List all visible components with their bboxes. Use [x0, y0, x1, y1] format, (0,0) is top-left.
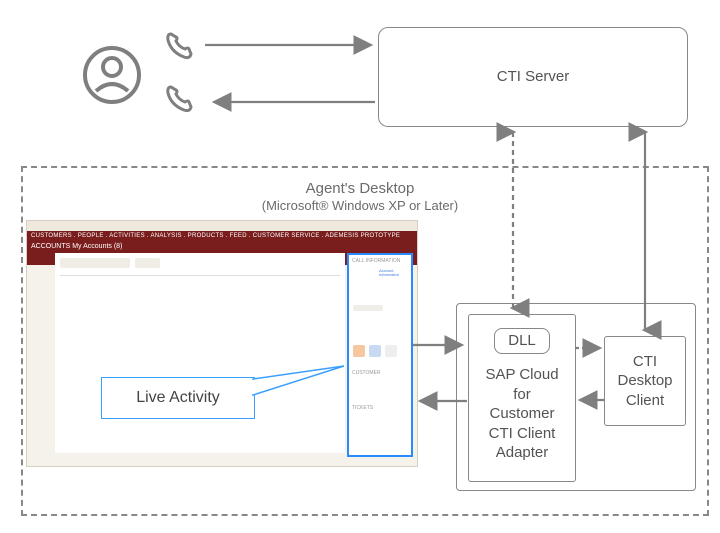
screenshot-account-title: ACCOUNTS My Accounts (8) [31, 243, 122, 250]
screenshot-titlebar [27, 221, 417, 231]
cti-desktop-client-box: CTI Desktop Client [604, 336, 686, 426]
dll-box: DLL [494, 328, 550, 354]
panel-field [353, 305, 383, 311]
callout-tail [252, 362, 352, 402]
arrow-client-cti-server-solid [635, 126, 655, 336]
panel-title: CALL INFORMATION [352, 258, 400, 264]
app-screenshot: CUSTOMERS . PEOPLE . ACTIVITIES . ANALYS… [26, 220, 418, 467]
user-icon [82, 45, 142, 105]
arrow-user-to-cti-server [205, 35, 380, 55]
screenshot-live-activity-panel: CALL INFORMATION Account Information CUS… [347, 253, 413, 457]
arrow-client-to-adapter [575, 392, 607, 408]
agent-desktop-title: Agent's Desktop [0, 180, 720, 197]
arrow-panel-to-adapter [413, 336, 469, 354]
sap-adapter-box: DLL SAP Cloud for Customer CTI Client Ad… [468, 314, 576, 482]
arrow-adapter-to-panel [413, 392, 469, 410]
screenshot-main-panel [55, 253, 345, 453]
sap-adapter-label: SAP Cloud for Customer CTI Client Adapte… [469, 365, 575, 463]
panel-icon [353, 345, 365, 357]
screenshot-toolbar-chip [135, 258, 160, 268]
arrow-adapter-cti-server-dashed [503, 126, 523, 314]
dll-label: DLL [508, 331, 536, 351]
cti-desktop-client-label: CTI Desktop Client [617, 352, 672, 411]
panel-section-tickets: TICKETS [352, 405, 373, 411]
arrow-cti-server-to-user [205, 92, 380, 112]
phone-outgoing-icon [163, 30, 197, 64]
panel-icon [369, 345, 381, 357]
agent-desktop-subtitle: (Microsoft® Windows XP or Later) [0, 198, 720, 213]
panel-section-customer: CUSTOMER [352, 370, 381, 376]
arrow-adapter-to-client-dashed [575, 340, 607, 356]
live-activity-callout: Live Activity [101, 377, 255, 419]
screenshot-toolbar-chip [60, 258, 130, 268]
cti-server-box: CTI Server [378, 27, 688, 127]
screenshot-nav: CUSTOMERS . PEOPLE . ACTIVITIES . ANALYS… [31, 233, 400, 239]
panel-link: Account Information [379, 269, 411, 278]
screenshot-divider [60, 275, 340, 276]
panel-icon [385, 345, 397, 357]
cti-server-label: CTI Server [497, 67, 570, 87]
live-activity-callout-label: Live Activity [136, 389, 220, 407]
phone-incoming-icon [163, 83, 197, 117]
